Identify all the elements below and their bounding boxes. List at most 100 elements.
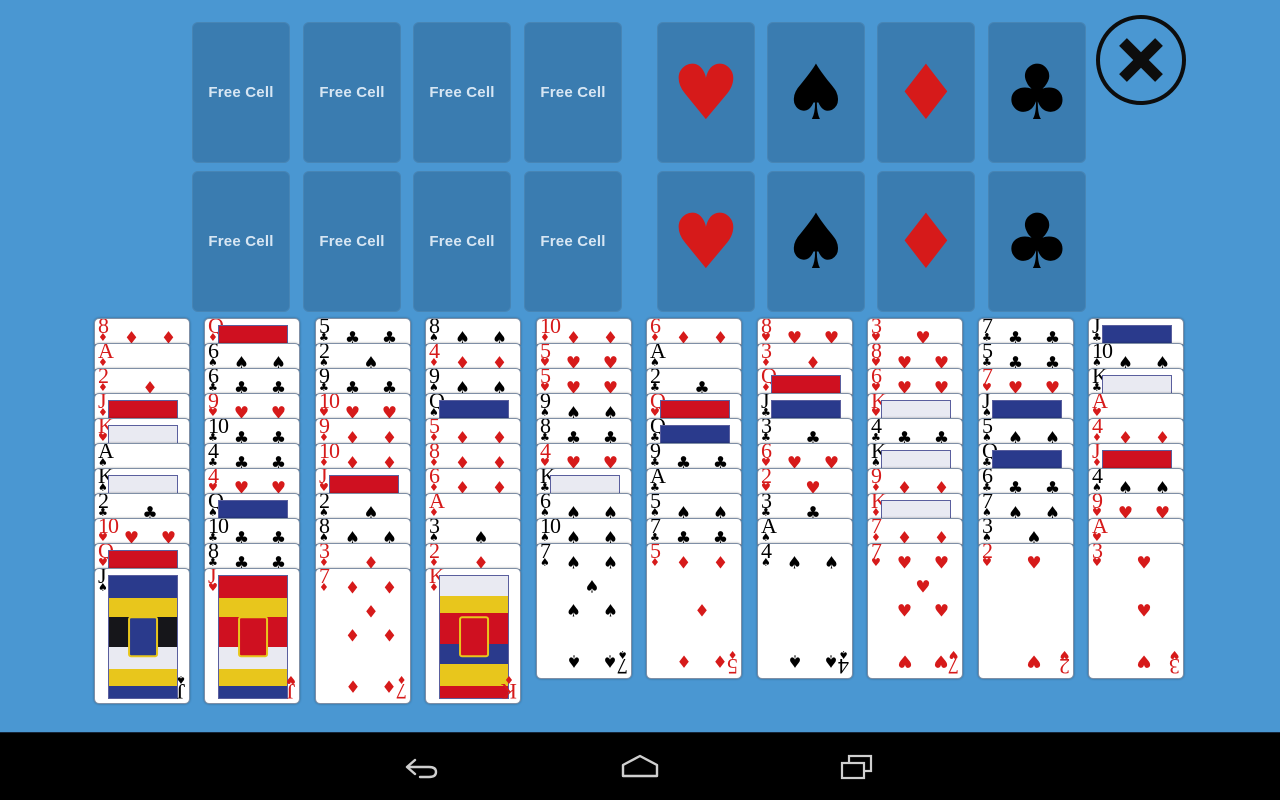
playing-card[interactable]: 9♠ ♠♠♠♠♠♠♠♠♠ [425,368,521,395]
playing-card[interactable]: J ♠ J ♠ [94,568,190,704]
playing-card[interactable]: K ♣ [1088,368,1184,395]
playing-card[interactable]: 5♠ ♠♠♠♠♠ [978,418,1074,445]
playing-card[interactable]: 10♥♥♥♥♥♥♥♥♥♥♥ [315,393,411,420]
playing-card[interactable]: 4♥ ♥♥♥♥ [204,468,300,495]
playing-card[interactable]: 9♦ ♦♦♦♦♦♦♦♦♦ [315,418,411,445]
close-button[interactable] [1096,15,1186,105]
playing-card[interactable]: Q ♣ [646,418,742,445]
playing-card[interactable]: 4 ♠ ♠ ♠ ♠ ♠ 4 ♠ [757,543,853,679]
playing-card[interactable]: K ♠ [867,443,963,470]
playing-card[interactable]: 9♦ ♦♦♦♦♦♦♦♦♦ [867,468,963,495]
playing-card[interactable]: 3♠ ♠♠♠ [978,518,1074,545]
playing-card[interactable]: Q ♥ [646,393,742,420]
playing-card[interactable]: 3♠ ♠♠♠ [425,518,521,545]
playing-card[interactable]: J ♥ [315,468,411,495]
free-cell-5[interactable]: Free Cell [192,171,290,312]
playing-card[interactable]: 2♦ ♦♦ [425,543,521,570]
tableau-column-8[interactable]: 3♥♥♥♥8♥♥♥♥♥♥♥♥♥6♥♥♥♥♥♥♥K♥4♣♣♣♣♣K♠9♦♦♦♦♦♦… [867,318,963,679]
playing-card[interactable]: A♦♦ [425,493,521,520]
tableau-column-1[interactable]: 8♦♦♦♦♦♦♦♦♦A♦♦2♦♦♦J♦K♥A♠♠K♠2♣♣♣10♥♥♥♥♥♥♥♥… [94,318,190,704]
playing-card[interactable]: 5♥ ♥♥♥♥♥ [536,368,632,395]
playing-card[interactable]: Q ♥ [94,543,190,570]
playing-card[interactable]: 4♠ ♠♠♠♠ [1088,468,1184,495]
playing-card[interactable]: J ♠ [978,393,1074,420]
playing-card[interactable]: A♥♥ [1088,518,1184,545]
playing-card[interactable]: 9♣ ♣♣♣♣♣♣♣♣♣ [646,443,742,470]
tableau-column-3[interactable]: 5♣♣♣♣♣♣ 2♠♠♠ 9♣♣♣♣♣♣♣♣♣♣10♥♥♥♥♥♥♥♥♥♥♥9♦♦♦♦… [315,318,411,704]
playing-card[interactable]: K ♦ [867,493,963,520]
playing-card[interactable]: 7♣ ♣♣♣♣♣♣♣ [646,518,742,545]
playing-card[interactable]: 5♣ ♣♣♣♣♣ [978,343,1074,370]
playing-card[interactable]: J ♣ [757,393,853,420]
playing-card[interactable]: 6♦ ♦♦♦♦♦♦ [646,318,742,345]
playing-card[interactable]: 3♣ ♣♣♣ [757,418,853,445]
playing-card[interactable]: 10♦♦♦♦♦♦♦♦♦♦♦ [536,318,632,345]
playing-card[interactable]: 10♦♦♦♦♦♦♦♦♦♦♦ [315,443,411,470]
playing-card[interactable]: 8♣ ♣♣♣♣♣♣♣♣ [536,418,632,445]
playing-card[interactable]: 4♥ ♥♥♥♥ [536,443,632,470]
playing-card[interactable]: A♥♥ [1088,393,1184,420]
foundation-hearts-2[interactable]: ♥ [657,171,755,312]
playing-card[interactable]: 8♦ ♦♦♦♦♦♦♦♦ [425,443,521,470]
playing-card[interactable]: K ♥ [867,393,963,420]
playing-card[interactable]: A♠♠ [757,518,853,545]
free-cell-3[interactable]: Free Cell [413,22,511,163]
playing-card[interactable]: 5♦ ♦♦♦♦♦ [425,418,521,445]
playing-card[interactable]: Q ♠ [425,393,521,420]
playing-card[interactable]: 8♦ ♦♦♦♦♦♦♦♦ [94,318,190,345]
nav-home-button[interactable] [580,733,700,800]
foundation-diamonds-1[interactable]: ♦ [877,22,975,163]
playing-card[interactable]: 2♦ ♦♦ [94,368,190,395]
playing-card[interactable]: 10♠♠♠♠♠♠♠♠♠♠♠ [536,518,632,545]
foundation-hearts-1[interactable]: ♥ [657,22,755,163]
foundation-spades-1[interactable]: ♠ [767,22,865,163]
tableau-column-10[interactable]: J♣10♠♠♠♠♠♠♠♠♠♠♠K♣A♥♥4♦♦♦♦♦J♦4♠♠♠♠♠9♥♥♥♥♥… [1088,318,1184,679]
tableau-column-4[interactable]: 8♠♠♠♠♠♠♠♠♠4♦♦♦♦♦9♠♠♠♠♠♠♠♠♠♠Q♠5♦♦♦♦♦♦8♦♦♦… [425,318,521,704]
playing-card[interactable]: 5♠ ♠♠♠♠♠ [646,493,742,520]
playing-card[interactable]: 9♣ ♣♣♣♣♣♣♣♣♣ [315,368,411,395]
playing-card[interactable]: 3♥ ♥♥♥ [867,318,963,345]
playing-card[interactable]: Q ♠ [204,493,300,520]
playing-card[interactable]: 8♥ ♥♥♥♥♥♥♥♥ [757,318,853,345]
playing-card[interactable]: 3 ♥ ♥ ♥ ♥ 3 ♥ [1088,543,1184,679]
free-cell-1[interactable]: Free Cell [192,22,290,163]
playing-card[interactable]: 7♣ ♣♣♣♣♣♣♣ [978,318,1074,345]
playing-card[interactable]: 6♥ ♥♥♥♥♥♥ [757,443,853,470]
nav-back-button[interactable] [364,733,484,800]
tableau-column-5[interactable]: 10♦♦♦♦♦♦♦♦♦♦♦5♥♥♥♥♥♥5♥♥♥♥♥♥9♠♠♠♠♠♠♠♠♠♠8♣… [536,318,632,679]
foundation-clubs-1[interactable]: ♣ [988,22,1086,163]
playing-card[interactable]: Q ♣ [978,443,1074,470]
playing-card[interactable]: 9♠ ♠♠♠♠♠♠♠♠♠ [536,393,632,420]
playing-card[interactable]: 2♥ ♥♥ [757,468,853,495]
playing-card[interactable]: 5♥ ♥♥♥♥♥ [536,343,632,370]
playing-card[interactable]: 3♣ ♣♣♣ [757,493,853,520]
playing-card[interactable]: 7♦ ♦♦♦♦♦♦♦ [867,518,963,545]
playing-card[interactable]: A♣♣ [646,468,742,495]
playing-card[interactable]: 6♥ ♥♥♥♥♥♥ [867,368,963,395]
playing-card[interactable]: 3♦ ♦♦♦ [315,543,411,570]
playing-card[interactable]: 4♦ ♦♦♦♦ [425,343,521,370]
foundation-clubs-2[interactable]: ♣ [988,171,1086,312]
playing-card[interactable]: 6♠ ♠♠♠♠♠♠ [204,343,300,370]
playing-card[interactable]: J ♥ J ♥ [204,568,300,704]
playing-card[interactable]: 2♠ ♠♠ [315,493,411,520]
playing-card[interactable]: 3♦ ♦♦♦ [757,343,853,370]
playing-card[interactable]: A♠♠ [94,443,190,470]
foundation-diamonds-2[interactable]: ♦ [877,171,975,312]
playing-card[interactable]: A♠♠ [646,343,742,370]
playing-card[interactable]: Q ♦ [204,318,300,345]
playing-card[interactable]: 2 ♥ ♥ ♥ 2 ♥ [978,543,1074,679]
playing-card[interactable]: 2♣ ♣♣ [646,368,742,395]
playing-card[interactable]: 6♣ ♣♣♣♣♣♣ [978,468,1074,495]
playing-card[interactable]: 7♥ ♥♥♥♥♥♥♥ [978,368,1074,395]
playing-card[interactable]: 5 ♦ ♦ ♦ ♦ ♦ ♦ 5 ♦ [646,543,742,679]
free-cell-8[interactable]: Free Cell [524,171,622,312]
playing-card[interactable]: J ♦ [94,393,190,420]
playing-card[interactable]: 4♣ ♣♣♣♣ [204,443,300,470]
playing-card[interactable]: J ♦ [1088,443,1184,470]
playing-card[interactable]: 7 ♦ ♦ ♦ ♦ ♦ ♦ ♦ ♦ 7 ♦ [315,568,411,704]
playing-card[interactable]: J ♣ [1088,318,1184,345]
playing-card[interactable]: 5♣ ♣♣♣♣♣ [315,318,411,345]
free-cell-6[interactable]: Free Cell [303,171,401,312]
playing-card[interactable]: 6♣ ♣♣♣♣♣♣ [204,368,300,395]
